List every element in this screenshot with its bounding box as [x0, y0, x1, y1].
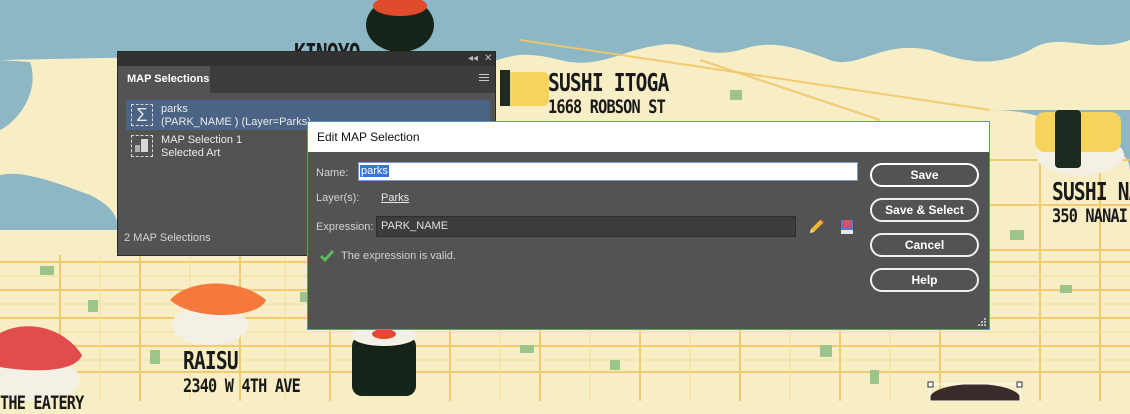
tamago-sushi-na [1035, 110, 1124, 175]
selection-detail: Selected Art [161, 147, 221, 159]
help-button[interactable]: Help [870, 268, 979, 292]
close-panel-icon[interactable]: ✕ [484, 52, 492, 66]
name-input-value: parks [360, 165, 389, 177]
tab-map-selections[interactable]: MAP Selections [118, 66, 210, 93]
sushi-roll-center [352, 326, 416, 396]
name-input[interactable]: parks [358, 162, 858, 181]
validation-message: The expression is valid. [341, 250, 456, 262]
resize-grip-icon[interactable] [978, 318, 986, 326]
sigma-icon: Σ [131, 104, 153, 126]
selection-count: 2 MAP Selections [124, 232, 211, 244]
map-label-sushi-na-address: 350 NANAI [1052, 205, 1128, 227]
panel-title-bar[interactable]: ◂◂ ✕ [118, 52, 495, 66]
tamago-sushi-itoga [500, 70, 549, 106]
save-and-select-button[interactable]: Save & Select [870, 198, 979, 222]
layers-label: Layer(s): [316, 192, 360, 204]
collapse-panel-icon[interactable]: ◂◂ [468, 52, 478, 66]
selection-name: MAP Selection 1 [161, 134, 243, 146]
expression-input[interactable]: PARK_NAME [376, 216, 796, 237]
sushi-roll-kinoyo [366, 0, 434, 52]
map-label-raisu-address: 2340 W 4TH AVE [183, 375, 301, 397]
edit-map-selection-dialog: Edit MAP Selection Name: parks Layer(s):… [307, 121, 990, 330]
selection-name: parks [161, 103, 188, 115]
edit-expression-pencil-icon[interactable] [806, 217, 826, 237]
layers-link[interactable]: Parks [381, 192, 409, 204]
panel-tab-row: MAP Selections [118, 66, 495, 93]
map-label-the-eatery: THE EATERY [0, 392, 84, 414]
save-button[interactable]: Save [870, 163, 979, 187]
cancel-button[interactable]: Cancel [870, 233, 979, 257]
expression-label: Expression: [316, 221, 374, 233]
map-label-sushi-na: SUSHI NA [1052, 177, 1130, 206]
name-label: Name: [316, 167, 349, 179]
expression-library-book-icon[interactable] [840, 219, 854, 235]
map-label-sushi-itoga: SUSHI ITOGA [548, 68, 669, 97]
map-label-sushi-itoga-address: 1668 ROBSON ST [548, 96, 666, 118]
map-label-raisu: RAISU [183, 346, 239, 375]
checkmark-icon [320, 250, 334, 263]
selection-detail: (PARK_NAME ) (Layer=Parks) [161, 116, 311, 128]
dialog-title: Edit MAP Selection [308, 122, 989, 152]
art-selection-icon [131, 135, 153, 157]
panel-menu-icon[interactable] [479, 74, 489, 84]
